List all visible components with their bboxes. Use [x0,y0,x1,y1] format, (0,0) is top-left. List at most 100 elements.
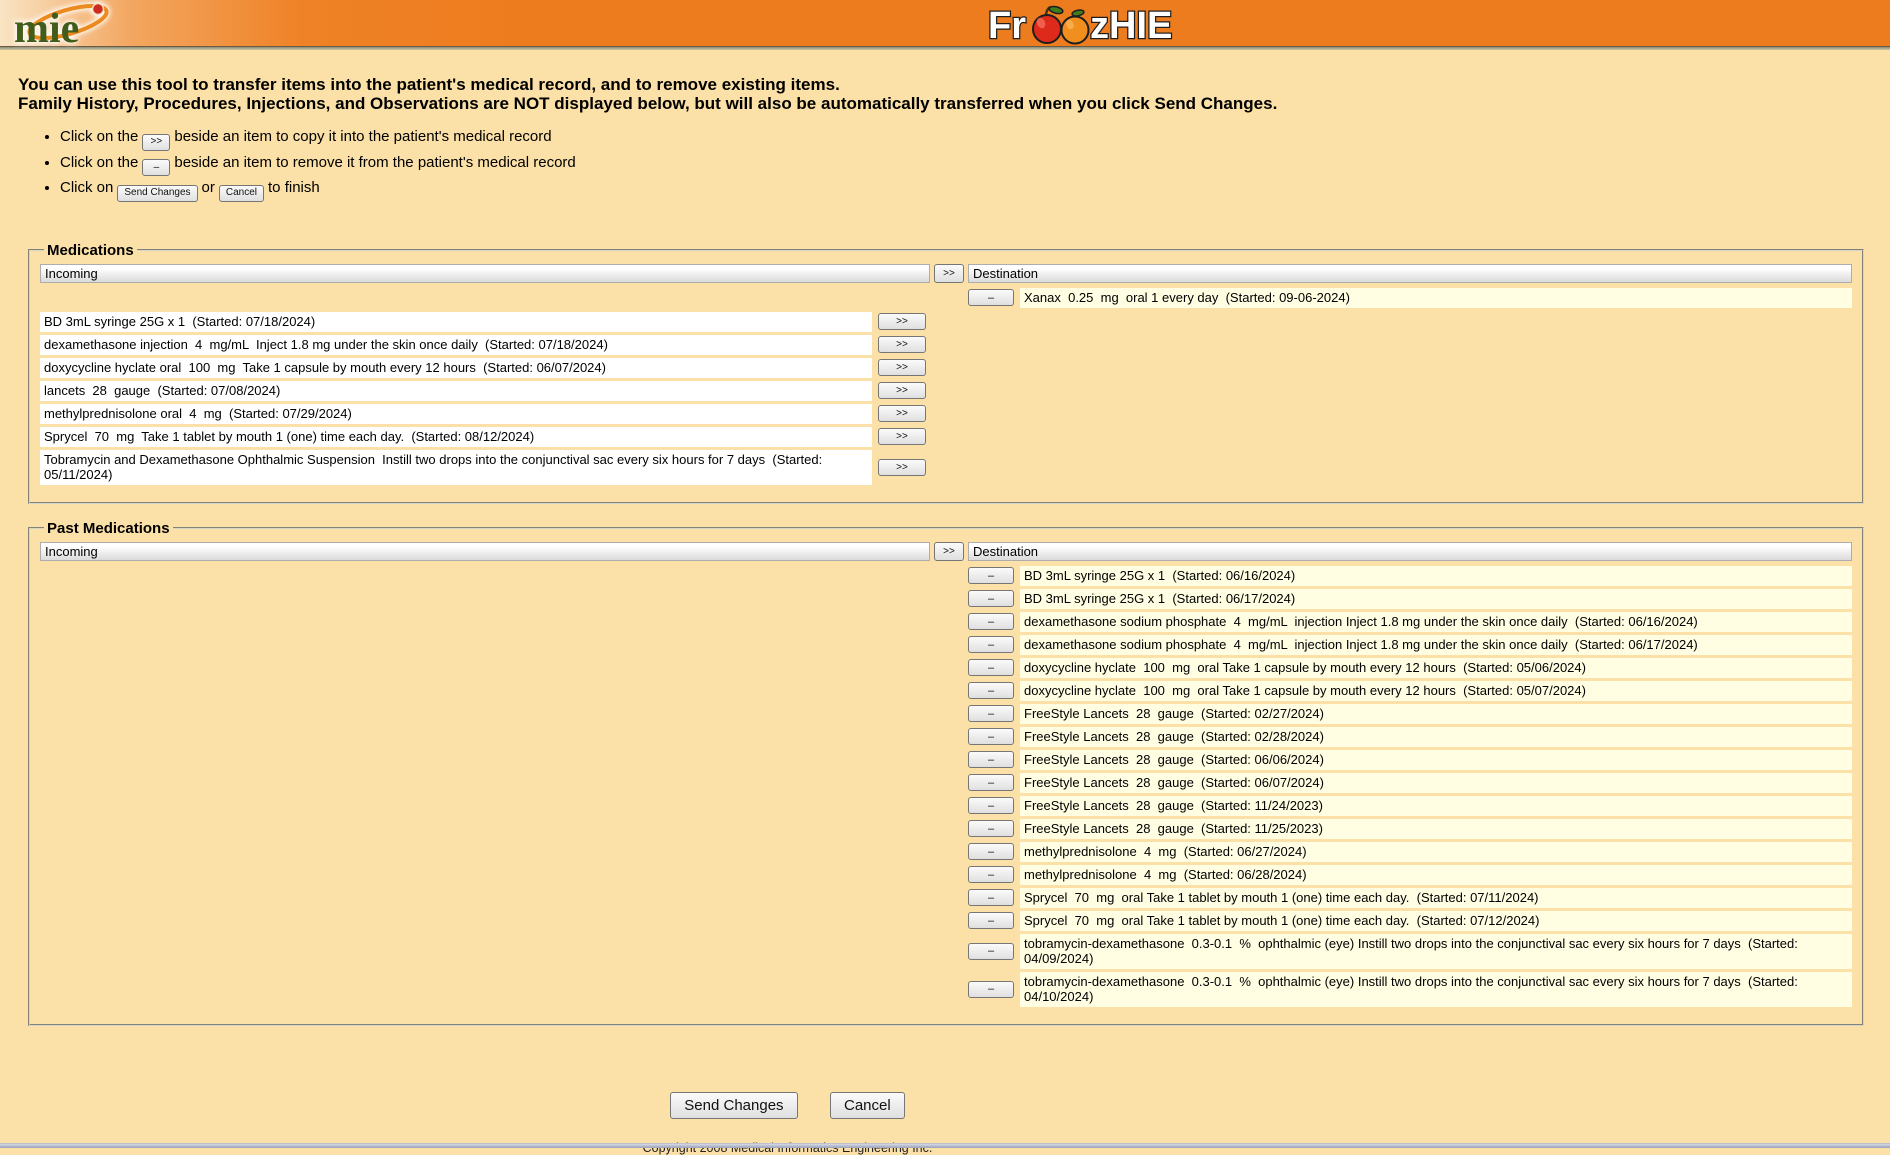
medication-item-text: BD 3mL syringe 25G x 1 (Started: 06/17/2… [1020,589,1852,609]
destination-item-row: –dexamethasone sodium phosphate 4 mg/mL … [968,635,1852,655]
remove-item-button[interactable]: – [968,659,1014,676]
medication-item-text: dexamethasone sodium phosphate 4 mg/mL i… [1020,612,1852,632]
incoming-item-row: BD 3mL syringe 25G x 1 (Started: 07/18/2… [40,312,930,332]
destination-item-row: –FreeStyle Lancets 28 gauge (Started: 02… [968,704,1852,724]
medications-column-headers: Incoming >> Destination [40,264,1852,283]
medication-item-text: tobramycin-dexamethasone 0.3-0.1 % ophth… [1020,934,1852,969]
intro-text: You can use this tool to transfer items … [18,75,1890,113]
medication-item-text: Sprycel 70 mg oral Take 1 tablet by mout… [1020,888,1852,908]
destination-column-header: Destination [968,264,1852,283]
send-changes-button[interactable]: Send Changes [670,1092,797,1119]
copy-item-button[interactable]: >> [878,313,926,330]
medication-item-text: doxycycline hyclate 100 mg oral Take 1 c… [1020,681,1852,701]
medication-item-text: FreeStyle Lancets 28 gauge (Started: 11/… [1020,796,1852,816]
copy-item-button[interactable]: >> [878,382,926,399]
remove-item-button[interactable]: – [968,866,1014,883]
remove-item-button[interactable]: – [968,797,1014,814]
instruction-finish: Click onSend ChangesorCancelto finish [60,179,1890,202]
orange-icon [1062,9,1089,43]
instruction-remove: Click on the–beside an item to remove it… [60,154,1890,177]
past-medications-section-title: Past Medications [44,520,173,537]
incoming-item-row: dexamethasone injection 4 mg/mL Inject 1… [40,335,930,355]
destination-item-row: –FreeStyle Lancets 28 gauge (Started: 11… [968,819,1852,839]
send-changes-example-button[interactable]: Send Changes [117,185,197,202]
cancel-example-button[interactable]: Cancel [219,185,264,202]
past-medications-column-headers: Incoming >> Destination [40,542,1852,561]
destination-item-row: –Sprycel 70 mg oral Take 1 tablet by mou… [968,888,1852,908]
destination-item-row: –FreeStyle Lancets 28 gauge (Started: 06… [968,773,1852,793]
remove-item-button[interactable]: – [968,981,1014,998]
destination-item-row: –methylprednisolone 4 mg (Started: 06/28… [968,865,1852,885]
remove-item-button[interactable]: – [968,774,1014,791]
past-medications-destination-list: –BD 3mL syringe 25G x 1 (Started: 06/16/… [968,566,1852,1010]
medication-item-text: BD 3mL syringe 25G x 1 (Started: 06/16/2… [1020,566,1852,586]
destination-item-row: –BD 3mL syringe 25G x 1 (Started: 06/16/… [968,566,1852,586]
destination-item-row: –dexamethasone sodium phosphate 4 mg/mL … [968,612,1852,632]
medication-item-text: tobramycin-dexamethasone 0.3-0.1 % ophth… [1020,972,1852,1007]
remove-item-button[interactable]: – [968,613,1014,630]
incoming-column-header: Incoming [40,264,930,283]
intro-line-1: You can use this tool to transfer items … [18,75,1890,94]
destination-item-row: –doxycycline hyclate 100 mg oral Take 1 … [968,681,1852,701]
remove-item-button[interactable]: – [968,289,1014,306]
remove-item-button[interactable]: – [968,590,1014,607]
remove-example-button[interactable]: – [142,159,170,176]
copy-all-button[interactable]: >> [934,542,964,561]
medications-section-title: Medications [44,242,137,259]
medication-item-text: FreeStyle Lancets 28 gauge (Started: 02/… [1020,727,1852,747]
remove-item-button[interactable]: – [968,943,1014,960]
medication-item-text: dexamethasone sodium phosphate 4 mg/mL i… [1020,635,1852,655]
incoming-item-row: doxycycline hyclate oral 100 mg Take 1 c… [40,358,930,378]
destination-item-row: –doxycycline hyclate 100 mg oral Take 1 … [968,658,1852,678]
incoming-item-row: Sprycel 70 mg Take 1 tablet by mouth 1 (… [40,427,930,447]
medication-item-text: FreeStyle Lancets 28 gauge (Started: 06/… [1020,750,1852,770]
apple-icon [1033,5,1064,43]
medication-item-text: dexamethasone injection 4 mg/mL Inject 1… [40,335,872,355]
incoming-item-row: lancets 28 gauge (Started: 07/08/2024) >> [40,381,930,401]
copy-all-button[interactable]: >> [934,264,964,283]
remove-item-button[interactable]: – [968,705,1014,722]
medication-item-text: FreeStyle Lancets 28 gauge (Started: 02/… [1020,704,1852,724]
destination-item-row: –tobramycin-dexamethasone 0.3-0.1 % opht… [968,934,1852,969]
copy-item-button[interactable]: >> [878,405,926,422]
remove-item-button[interactable]: – [968,728,1014,745]
bottom-edge-bar [0,1143,1890,1148]
remove-item-button[interactable]: – [968,843,1014,860]
copy-item-button[interactable]: >> [878,359,926,376]
medications-destination-list: –Xanax 0.25 mg oral 1 every day (Started… [968,288,1852,311]
remove-item-button[interactable]: – [968,889,1014,906]
medication-item-text: methylprednisolone 4 mg (Started: 06/28/… [1020,865,1852,885]
svg-text:mie: mie [14,6,79,46]
medication-item-text: methylprednisolone oral 4 mg (Started: 0… [40,404,872,424]
action-bar: Send Changes Cancel [0,1092,1575,1119]
destination-column-header: Destination [968,542,1852,561]
intro-line-2: Family History, Procedures, Injections, … [18,94,1890,113]
medication-item-text: Tobramycin and Dexamethasone Ophthalmic … [40,450,872,485]
remove-item-button[interactable]: – [968,912,1014,929]
copy-item-button[interactable]: >> [878,428,926,445]
medication-item-text: doxycycline hyclate oral 100 mg Take 1 c… [40,358,872,378]
remove-item-button[interactable]: – [968,636,1014,653]
medication-item-text: doxycycline hyclate 100 mg oral Take 1 c… [1020,658,1852,678]
destination-item-row: –Xanax 0.25 mg oral 1 every day (Started… [968,288,1852,308]
froozhie-logo-prefix: Fr [988,5,1026,47]
copy-example-button[interactable]: >> [142,134,170,151]
medication-item-text: Sprycel 70 mg oral Take 1 tablet by mout… [1020,911,1852,931]
medication-item-text: Sprycel 70 mg Take 1 tablet by mouth 1 (… [40,427,872,447]
copy-item-button[interactable]: >> [878,336,926,353]
destination-item-row: –FreeStyle Lancets 28 gauge (Started: 06… [968,750,1852,770]
past-medications-section: Past Medications Incoming >> Destination… [28,520,1864,1026]
destination-item-row: –Sprycel 70 mg oral Take 1 tablet by mou… [968,911,1852,931]
mie-logo: mie [10,2,128,46]
incoming-item-row: Tobramycin and Dexamethasone Ophthalmic … [40,450,930,485]
remove-item-button[interactable]: – [968,682,1014,699]
copy-item-button[interactable]: >> [878,459,926,476]
medication-item-text: lancets 28 gauge (Started: 07/08/2024) [40,381,872,401]
remove-item-button[interactable]: – [968,567,1014,584]
cancel-button[interactable]: Cancel [830,1092,905,1119]
top-banner: mie Fr zHIE [0,0,1890,47]
instruction-copy: Click on the>>beside an item to copy it … [60,128,1890,151]
remove-item-button[interactable]: – [968,751,1014,768]
remove-item-button[interactable]: – [968,820,1014,837]
medication-item-text: FreeStyle Lancets 28 gauge (Started: 11/… [1020,819,1852,839]
